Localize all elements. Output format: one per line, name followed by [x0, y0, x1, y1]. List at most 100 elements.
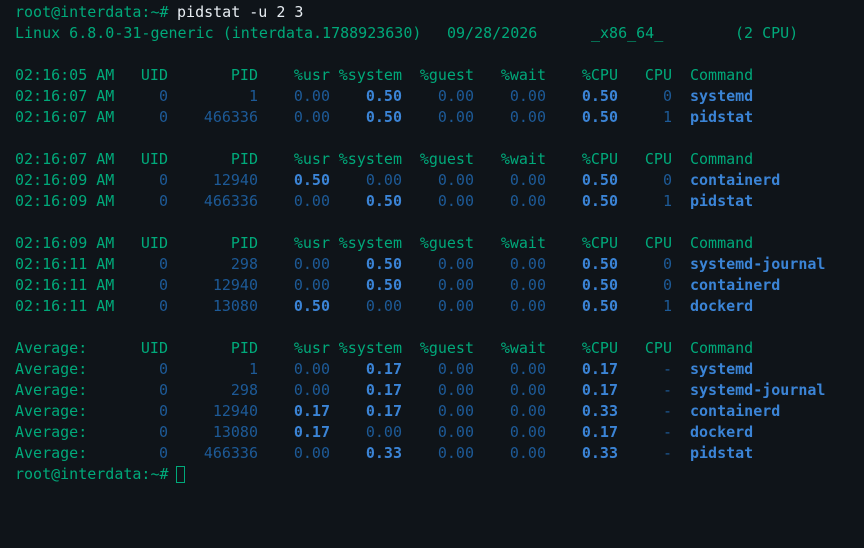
cell-wait: 0.00	[509, 381, 546, 399]
cell-usr: 0.00	[293, 192, 330, 210]
header-usr: %usr	[293, 150, 330, 168]
cell-pid: 1	[248, 360, 258, 378]
cell-cpu-pct: 0.50	[581, 255, 618, 273]
header-guest: %guest	[419, 339, 474, 357]
terminal-window[interactable]: root@interdata:~# pidstat -u 2 3 Linux 6…	[0, 0, 864, 493]
cell-cpu-pct: 0.50	[581, 87, 618, 105]
header-pid: PID	[230, 339, 258, 357]
header-system: %system	[338, 234, 402, 252]
cell-cpu: -	[662, 381, 672, 399]
cell-cpu: 0	[662, 276, 672, 294]
header-usr: %usr	[293, 234, 330, 252]
cell-cpu-pct: 0.50	[581, 171, 618, 189]
cell-wait: 0.00	[509, 402, 546, 420]
cell-pid: 466336	[203, 108, 258, 126]
cell-cpu-pct: 0.50	[581, 297, 618, 315]
table-row: 02:16:11 AM 0 298 0.00 0.50 0.00 0.00 0.50 0 syst…	[0, 254, 864, 275]
cell-wait: 0.00	[509, 255, 546, 273]
cell-command: pidstat	[690, 108, 754, 126]
table-row: Average: 0 298 0.00 0.17 0.00 0.00 0.17 - systemd…	[0, 380, 864, 401]
table-row: Average: 0 12940 0.17 0.17 0.00 0.00 0.33 - conta…	[0, 401, 864, 422]
cell-time: 02:16:07 AM	[15, 87, 115, 105]
cell-uid: 0	[158, 108, 168, 126]
system-info-line: Linux 6.8.0-31-generic (interdata.178892…	[0, 23, 864, 44]
cell-wait: 0.00	[509, 423, 546, 441]
cell-system: 0.00	[365, 297, 402, 315]
text-cursor[interactable]	[176, 466, 185, 483]
cell-system: 0.00	[365, 423, 402, 441]
table-header-row: 02:16:09 AM UID PID %usr %system %guest %wait%…	[0, 233, 864, 254]
cell-wait: 0.00	[509, 444, 546, 462]
cell-guest: 0.00	[437, 360, 474, 378]
table-row: Average: 0 1 0.00 0.17 0.00 0.00 0.17 - systemd	[0, 359, 864, 380]
cell-cpu: 1	[662, 297, 672, 315]
cell-cpu-pct: 0.17	[581, 381, 618, 399]
cell-time: 02:16:09 AM	[15, 192, 115, 210]
header-guest: %guest	[419, 234, 474, 252]
header-command: Command	[690, 339, 754, 357]
cell-cpu: 1	[662, 192, 672, 210]
cell-uid: 0	[158, 444, 168, 462]
cell-guest: 0.00	[437, 192, 474, 210]
cell-usr: 0.17	[293, 423, 330, 441]
architecture: _x86_64_	[591, 24, 664, 42]
table-header-row: Average: UID PID %usr %system %guest %wait %CPU…	[0, 338, 864, 359]
header-uid: UID	[140, 234, 168, 252]
header-pid: PID	[230, 66, 258, 84]
cell-cpu-pct: 0.17	[581, 423, 618, 441]
cell-uid: 0	[158, 423, 168, 441]
table-row: 02:16:09 AM 0 12940 0.50 0.00 0.00 0.00 0.50 0 co…	[0, 170, 864, 191]
cell-usr: 0.00	[293, 381, 330, 399]
cell-uid: 0	[158, 171, 168, 189]
cell-cpu-pct: 0.50	[581, 192, 618, 210]
cell-wait: 0.00	[509, 276, 546, 294]
header-wait: %wait	[500, 66, 546, 84]
header-guest: %guest	[419, 150, 474, 168]
header-cpu: CPU	[644, 150, 672, 168]
cell-usr: 0.00	[293, 276, 330, 294]
header-time: 02:16:09 AM	[15, 234, 115, 252]
cell-usr: 0.00	[293, 360, 330, 378]
cell-system: 0.50	[365, 108, 402, 126]
cell-uid: 0	[158, 297, 168, 315]
header-usr: %usr	[293, 66, 330, 84]
cell-cpu: 1	[662, 108, 672, 126]
cell-uid: 0	[158, 381, 168, 399]
cell-wait: 0.00	[509, 360, 546, 378]
table-row: 02:16:07 AM 0 1 0.00 0.50 0.00 0.00 0.50 0 system…	[0, 86, 864, 107]
cell-system: 0.50	[365, 255, 402, 273]
cell-pid: 298	[230, 255, 258, 273]
shell-prompt: root@interdata:~#	[15, 3, 169, 21]
cell-command: pidstat	[690, 192, 754, 210]
cell-command: containerd	[690, 402, 781, 420]
final-prompt-line[interactable]: root@interdata:~#	[0, 464, 864, 485]
cell-uid: 0	[158, 360, 168, 378]
cell-guest: 0.00	[437, 402, 474, 420]
header-usr: %usr	[293, 339, 330, 357]
cell-system: 0.50	[365, 192, 402, 210]
cell-command: systemd-journal	[690, 381, 826, 399]
cell-system: 0.50	[365, 276, 402, 294]
cell-cpu-pct: 0.17	[581, 360, 618, 378]
cell-guest: 0.00	[437, 255, 474, 273]
cell-time: Average:	[15, 381, 88, 399]
cell-system: 0.00	[365, 171, 402, 189]
cell-usr: 0.00	[293, 444, 330, 462]
header-cpu-pct: %CPU	[581, 66, 618, 84]
header-cpu-pct: %CPU	[581, 234, 618, 252]
cell-cpu: -	[662, 360, 672, 378]
cell-cpu-pct: 0.50	[581, 276, 618, 294]
cell-cpu: -	[662, 402, 672, 420]
cell-time: 02:16:09 AM	[15, 171, 115, 189]
cell-pid: 12940	[212, 276, 258, 294]
cell-guest: 0.00	[437, 297, 474, 315]
cell-uid: 0	[158, 87, 168, 105]
cell-cpu: 0	[662, 171, 672, 189]
header-system: %system	[338, 150, 402, 168]
header-uid: UID	[140, 339, 168, 357]
header-cpu: CPU	[644, 66, 672, 84]
header-command: Command	[690, 150, 754, 168]
cell-wait: 0.00	[509, 87, 546, 105]
cell-guest: 0.00	[437, 108, 474, 126]
cell-time: 02:16:11 AM	[15, 276, 115, 294]
